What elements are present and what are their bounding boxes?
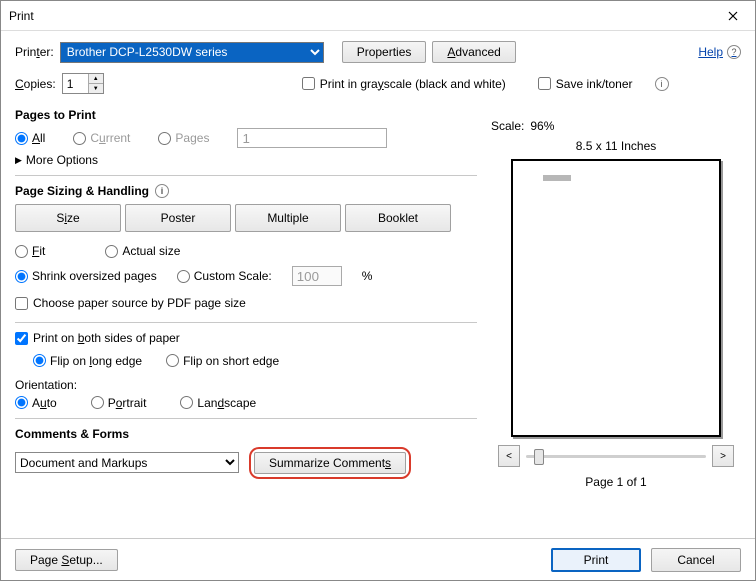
pages-range-input[interactable] [237,128,387,148]
scale-label: Scale: [491,119,524,133]
properties-button[interactable]: Properties [342,41,427,63]
shrink-radio[interactable]: Shrink oversized pages [15,269,157,283]
help-icon: ? [727,45,741,59]
info-icon: i [655,77,669,91]
advanced-button[interactable]: Advanced [432,41,515,63]
print-preview [511,159,721,437]
pages-to-print-title: Pages to Print [15,108,477,122]
window-title: Print [9,9,711,23]
orientation-label: Orientation: [15,378,477,392]
booklet-tab[interactable]: Booklet [345,204,451,232]
page-slider-thumb[interactable] [534,449,544,465]
printer-label: Printer: [15,45,54,59]
orient-portrait-radio[interactable]: Portrait [91,396,147,410]
prev-page-button[interactable]: < [498,445,520,467]
sizing-title: Page Sizing & Handling i [15,184,477,198]
grayscale-checkbox[interactable]: Print in grayscale (black and white) [302,77,506,91]
choose-paper-checkbox[interactable]: Choose paper source by PDF page size [15,296,246,310]
cancel-button[interactable]: Cancel [651,548,741,572]
paper-size-label: 8.5 x 11 Inches [491,139,741,153]
chevron-right-icon: ▶ [15,155,22,166]
comments-title: Comments & Forms [15,427,477,441]
print-button[interactable]: Print [551,548,641,572]
flip-short-radio[interactable]: Flip on short edge [166,354,279,368]
multiple-tab[interactable]: Multiple [235,204,341,232]
custom-scale-radio[interactable]: Custom Scale: [177,269,272,283]
page-slider[interactable] [526,455,706,458]
help-link[interactable]: Help ? [698,45,741,59]
close-button[interactable] [711,1,755,31]
copies-spin-down[interactable]: ▼ [88,84,103,93]
copies-spin-up[interactable]: ▲ [88,74,103,84]
fit-radio[interactable]: Fit [15,244,45,258]
copies-label: Copies: [15,77,56,91]
pages-all-radio[interactable]: All [15,131,45,145]
pages-current-radio[interactable]: Current [73,131,130,145]
orient-landscape-radio[interactable]: Landscape [180,396,256,410]
actual-size-radio[interactable]: Actual size [105,244,180,258]
orient-auto-radio[interactable]: Auto [15,396,57,410]
poster-tab[interactable]: Poster [125,204,231,232]
next-page-button[interactable]: > [712,445,734,467]
summarize-comments-button[interactable]: Summarize Comments [254,452,406,474]
page-setup-button[interactable]: Page Setup... [15,549,118,571]
comments-select[interactable]: Document and Markups [15,452,239,473]
pages-pages-radio[interactable]: Pages [158,131,209,145]
printer-select[interactable]: Brother DCP-L2530DW series [60,42,324,63]
preview-content-mark [543,175,571,181]
close-icon [728,11,738,21]
both-sides-checkbox[interactable]: Print on both sides of paper [15,331,180,345]
page-indicator: Page 1 of 1 [491,475,741,489]
more-options-toggle[interactable]: ▶ More Options [15,153,477,167]
save-ink-checkbox[interactable]: Save ink/toner [538,77,633,91]
custom-scale-input[interactable] [292,266,342,286]
percent-label: % [362,269,373,283]
scale-value: 96% [530,119,554,133]
info-icon: i [155,184,169,198]
size-tab[interactable]: Size [15,204,121,232]
flip-long-radio[interactable]: Flip on long edge [33,354,142,368]
